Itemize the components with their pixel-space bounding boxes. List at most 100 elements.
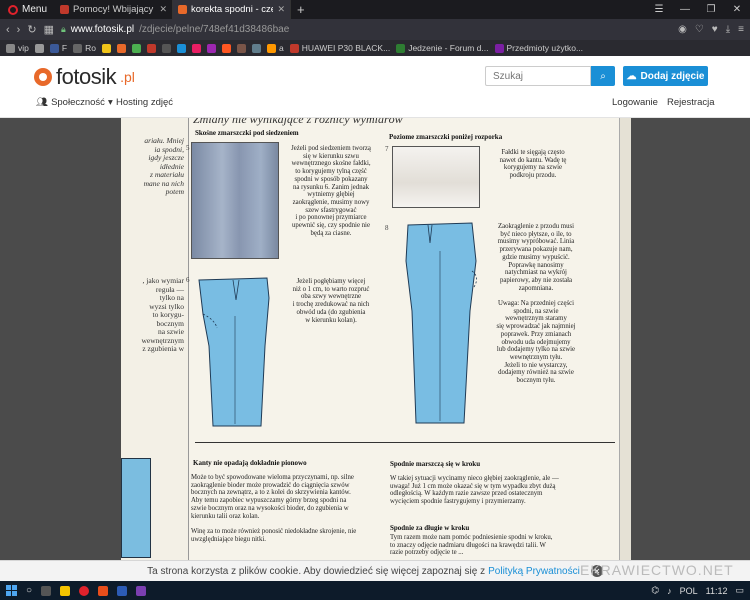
windows-start-icon[interactable]	[6, 585, 17, 596]
bookmark-item[interactable]	[191, 43, 201, 53]
nav-register[interactable]: Rejestracja	[667, 97, 715, 108]
text-line: kierunku talii oraz kolan.	[191, 512, 260, 520]
bookmark-item[interactable]	[161, 43, 171, 53]
forward-icon[interactable]: ›	[17, 24, 21, 36]
speed-dial-icon[interactable]: ▦	[44, 23, 54, 36]
bookmark-item[interactable]	[101, 43, 111, 53]
text-line: wewnętrznym staramy	[505, 315, 567, 323]
bookmarks-bar: vip F Ro a HUAWEI P30 BLACK... Jedzenie - For…	[0, 40, 750, 56]
app-taskbar-icon[interactable]	[98, 585, 109, 596]
site-logo[interactable]: fotosik .pl	[34, 64, 135, 90]
opera-menu-button[interactable]: Menu	[0, 0, 55, 19]
logo-tld: .pl	[120, 69, 135, 85]
tray-lang[interactable]: POL	[680, 586, 698, 596]
tab-close-icon[interactable]: ✕	[159, 4, 167, 15]
bookmark-item[interactable]	[236, 43, 246, 53]
photo-viewer[interactable]: ariału. Mniej ia spodni, igdy jeszcze idłed…	[0, 118, 750, 560]
bookmark-icon[interactable]: ♡	[695, 24, 704, 35]
bookmark-item[interactable]	[221, 43, 231, 53]
text-line	[488, 292, 584, 300]
users-icon: 👥︎	[36, 97, 49, 108]
menu-lines-icon[interactable]: ☰	[646, 4, 672, 15]
bookmark-favicon-icon	[206, 43, 216, 53]
maximize-icon[interactable]: ❐	[698, 4, 724, 15]
nav-register-label: Rejestracja	[667, 97, 715, 108]
heading-crotch-wrinkles: Spodnie marszczą się w kroku	[390, 460, 481, 468]
text-line: szew sfastrygować	[305, 206, 357, 214]
privacy-policy-link[interactable]: Polityką Prywatności	[488, 566, 580, 577]
bookmark-item[interactable]	[131, 43, 141, 53]
text-line: to znaczy odjęcie nadmiaru długości na k…	[390, 541, 546, 549]
bookmark-item[interactable]	[206, 43, 216, 53]
nav-community[interactable]: 👥︎ Społeczność ▾	[36, 97, 113, 108]
bookmark-label: Ro	[85, 43, 96, 53]
nav-hosting[interactable]: Hosting zdjęć	[116, 97, 173, 108]
text-line: oba szwy wewnętrzne	[300, 293, 361, 301]
heading-horizontal-wrinkles: Poziome zmarszczki poniżej rozporka	[389, 133, 503, 141]
tab-close-icon[interactable]: ✕	[277, 4, 285, 15]
bookmark-item[interactable]	[251, 43, 261, 53]
word-taskbar-icon[interactable]	[117, 585, 128, 596]
minimize-icon[interactable]: —	[672, 4, 698, 15]
text-line: spodni w sposób pokazany	[294, 175, 368, 183]
nav-login[interactable]: Logowanie	[612, 97, 658, 108]
text-line: wewnętrznego skośne fałdki,	[291, 160, 371, 168]
opera-logo-icon	[8, 4, 18, 15]
text-line: w kierunku kolan).	[305, 316, 357, 324]
bookmark-item[interactable]: HUAWEI P30 BLACK...	[289, 43, 390, 53]
left-page-line: z zgubienia w	[142, 344, 184, 353]
address-bar-actions: ◉ ♡ ♥ ⤓ ≡	[678, 24, 744, 35]
text-line: Winę za to może również ponosić niedokła…	[191, 527, 357, 535]
tab-1[interactable]: Pomocy! Wbijający się szew ✕	[55, 0, 174, 19]
camera-icon[interactable]: ◉	[678, 24, 687, 35]
add-photo-button[interactable]: ☁ Dodaj zdjęcie	[623, 66, 708, 86]
file-explorer-icon[interactable]	[60, 585, 71, 596]
page-title: Zmiany nie wynikające z różnicy wymiarów	[193, 118, 403, 126]
heart-icon[interactable]: ♥	[712, 24, 718, 35]
bookmark-item[interactable]: vip	[6, 43, 29, 53]
url-field[interactable]: 🔒︎ www.fotosik.pl/zdjecie/pelne/748ef41d…	[61, 24, 671, 35]
text-line: uwzględniające biegu nitki.	[191, 535, 266, 543]
task-view-icon[interactable]	[41, 585, 52, 596]
opera-taskbar-icon[interactable]	[79, 585, 90, 596]
notifications-icon[interactable]: ▭	[735, 585, 744, 596]
text-line: Jeżeli pogłębiamy więcej	[296, 278, 366, 285]
new-tab-button[interactable]: +	[291, 2, 311, 17]
search-taskbar-icon[interactable]: ○	[26, 585, 32, 596]
text-line: i po ponownej przymiarce	[295, 214, 367, 222]
clock[interactable]: 11:12	[706, 586, 728, 596]
reload-icon[interactable]: ↻	[27, 23, 36, 36]
network-icon[interactable]: ⌬	[651, 585, 659, 596]
settings-icon[interactable]: ≡	[738, 24, 744, 35]
tab-2[interactable]: korekta spodni - czeremch ✕	[173, 0, 292, 19]
bookmark-item[interactable]: a	[266, 43, 284, 53]
close-window-icon[interactable]: ✕	[724, 4, 750, 15]
bookmark-item[interactable]	[34, 43, 44, 53]
bookmark-item[interactable]: Ro	[73, 43, 96, 53]
bookmark-favicon-icon	[73, 43, 83, 53]
onenote-taskbar-icon[interactable]	[136, 585, 147, 596]
bookmark-item[interactable]	[146, 43, 156, 53]
bookmark-favicon-icon	[396, 43, 406, 53]
bookmark-item[interactable]: Jedzenie - Forum d...	[396, 43, 489, 53]
bookmark-item[interactable]: F	[49, 43, 67, 53]
chevron-down-icon: ▾	[107, 97, 113, 108]
heading-crotch-too-long: Spodnie za długie w kroku	[390, 524, 470, 532]
bookmark-item[interactable]	[176, 43, 186, 53]
figure-number: 8	[385, 224, 389, 232]
text-line: papierowy, aby nie została	[499, 276, 573, 284]
bookmark-item[interactable]: Przedmioty użytko...	[494, 43, 583, 53]
bookmark-item[interactable]	[116, 43, 126, 53]
bookmark-favicon-icon	[146, 43, 156, 53]
search-button[interactable]: ⌕	[591, 66, 615, 86]
cookie-text: Ta strona korzysta z plików cookie. Aby …	[147, 565, 486, 577]
text-line: będą za ciasne.	[310, 229, 352, 237]
text-line: niż o 1 cm, to warto rozpruć	[292, 285, 370, 293]
address-bar: ‹ › ↻ ▦ 🔒︎ www.fotosik.pl/zdjecie/pelne/…	[0, 19, 750, 40]
text-line: bocznych na zewnątrz, a to z kolei do sk…	[191, 489, 351, 497]
download-icon[interactable]: ⤓	[726, 24, 730, 35]
search-input[interactable]	[485, 66, 591, 86]
add-photo-label: Dodaj zdjęcie	[640, 70, 705, 82]
back-icon[interactable]: ‹	[6, 24, 10, 36]
volume-icon[interactable]: ♪	[667, 586, 672, 596]
